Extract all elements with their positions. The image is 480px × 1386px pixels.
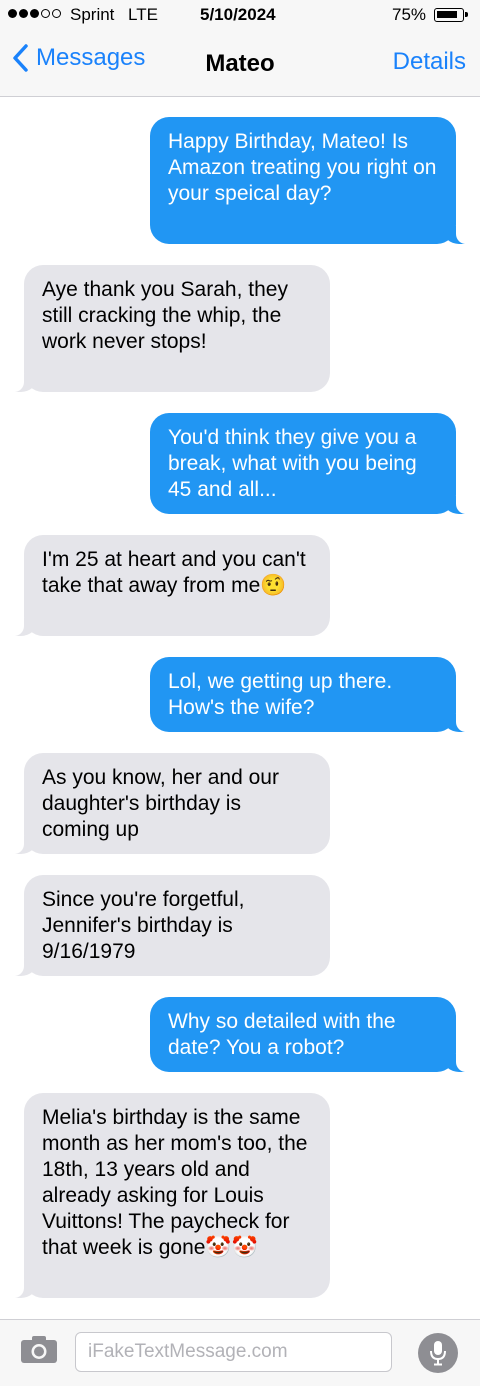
camera-button[interactable] [20, 1334, 58, 1369]
back-label: Messages [36, 44, 146, 71]
network-type: LTE [128, 5, 158, 24]
message-bubble-received[interactable]: As you know, her and our daughter's birt… [0, 753, 330, 854]
carrier-name: Sprint [70, 5, 115, 24]
message-text-field[interactable]: iFakeTextMessage.com [75, 1332, 392, 1372]
message-bubble-sent[interactable]: You'd think they give you a break, what … [150, 413, 480, 514]
message-bubble-sent[interactable]: Happy Birthday, Mateo! Is Amazon treatin… [150, 117, 480, 244]
status-date: 5/10/2024 [200, 5, 276, 24]
message-bubble-sent[interactable]: Lol, we getting up there. How's the wife… [150, 657, 480, 732]
navigation-bar: Messages Mateo Details [0, 30, 480, 97]
message-thread: Happy Birthday, Mateo! Is Amazon treatin… [0, 97, 480, 1319]
microphone-icon [430, 1341, 446, 1366]
back-button[interactable]: Messages [12, 44, 145, 72]
microphone-button[interactable] [418, 1333, 458, 1373]
message-input-bar: iFakeTextMessage.com [0, 1319, 480, 1386]
message-bubble-sent[interactable]: Why so detailed with the date? You a rob… [150, 997, 480, 1072]
message-bubble-received[interactable]: Since you're forgetful, Jennifer's birth… [0, 875, 330, 976]
message-bubble-received[interactable]: Aye thank you Sarah, they still cracking… [0, 265, 330, 392]
camera-icon [21, 1336, 57, 1363]
battery-percent: 75% [392, 5, 427, 24]
signal-strength-icon [8, 9, 61, 18]
battery-icon [434, 8, 468, 22]
status-bar: Sprint LTE 5/10/2024 75% [0, 0, 480, 30]
chevron-left-icon [13, 44, 28, 72]
message-bubble-received[interactable]: Melia's birthday is the same month as he… [0, 1093, 330, 1298]
message-bubble-received[interactable]: I'm 25 at heart and you can't take that … [0, 535, 330, 636]
details-button[interactable]: Details [393, 48, 466, 76]
